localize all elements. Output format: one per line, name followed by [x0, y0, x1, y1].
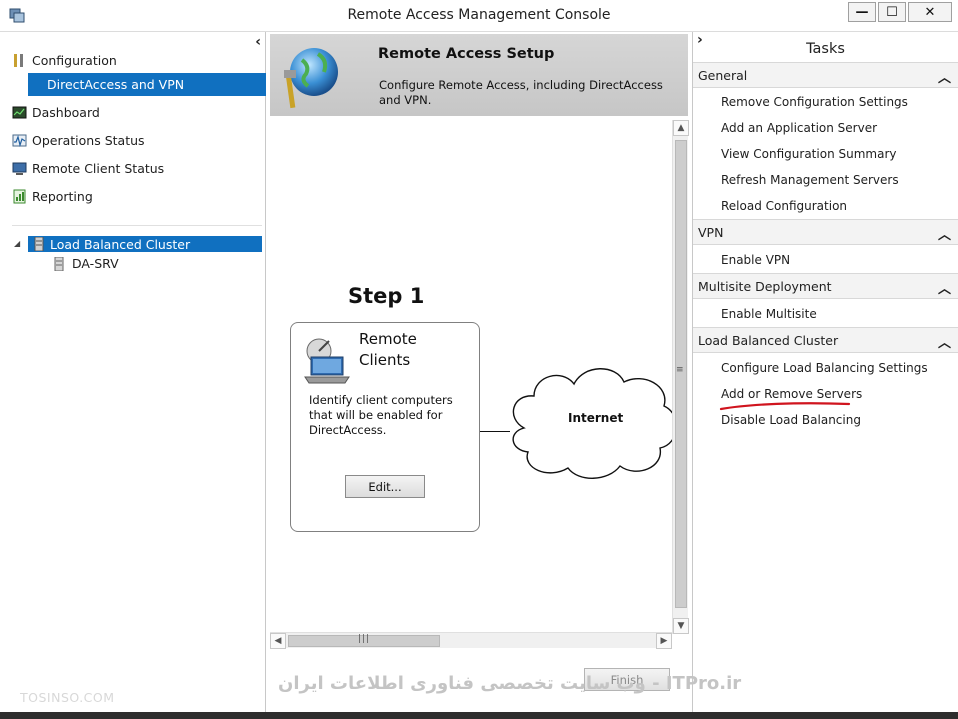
tree-load-balanced-cluster[interactable]: Load Balanced Cluster [28, 236, 262, 252]
scroll-down-arrow-icon[interactable]: ▼ [673, 618, 689, 634]
red-highlight-underline [719, 402, 851, 411]
section-vpn[interactable]: VPN ︿ [693, 219, 958, 245]
tree-server-da-srv[interactable]: DA-SRV [54, 256, 119, 271]
task-reload-configuration[interactable]: Reload Configuration [721, 199, 847, 213]
section-cluster-label: Load Balanced Cluster [698, 332, 839, 348]
server-icon [54, 256, 64, 271]
bottom-taskbar-strip [0, 712, 958, 719]
scroll-up-arrow-icon[interactable]: ▲ [673, 120, 689, 136]
vertical-grip-icon: ≡ [676, 365, 684, 375]
section-general[interactable]: General ︿ [693, 62, 958, 88]
section-general-label: General [698, 67, 748, 83]
nav-directaccess-vpn[interactable]: DirectAccess and VPN [28, 73, 266, 96]
nav-operations-status-label: Operations Status [32, 132, 145, 148]
edit-remote-clients-button[interactable]: Edit... [345, 475, 425, 498]
section-multisite-chevron-up-icon[interactable]: ︿ [938, 278, 951, 297]
setup-pane: Remote Access Setup Configure Remote Acc… [268, 32, 692, 712]
globe-tools-icon [284, 48, 338, 109]
remote-clients-description: Identify client computers that will be e… [309, 393, 453, 437]
tasks-title: Tasks [806, 41, 845, 57]
horizontal-grip-icon: ||| [358, 634, 371, 644]
nav-operations-status[interactable]: Operations Status [12, 130, 145, 150]
watermark-right: ITPro.ir - وب سایت تخصصی فناوری اطلاعات … [278, 673, 742, 694]
navigation-pane: ‹ Configuration DirectAccess and VPN Das… [0, 32, 266, 712]
internet-label: Internet [568, 411, 624, 425]
remote-clients-card: Remote Clients Identify client computers… [290, 322, 480, 532]
setup-diagram-canvas: Step 1 Remote Clients Identify client co… [270, 118, 672, 632]
nav-dashboard[interactable]: Dashboard [12, 102, 100, 122]
nav-configuration[interactable]: Configuration [12, 50, 117, 70]
step-title: Step 1 [348, 284, 425, 308]
tree-expand-toggle-icon[interactable]: ◢ [14, 239, 20, 248]
task-view-configuration-summary[interactable]: View Configuration Summary [721, 147, 896, 161]
task-remove-configuration-settings[interactable]: Remove Configuration Settings [721, 95, 908, 109]
section-load-balanced-cluster[interactable]: Load Balanced Cluster ︿ [693, 327, 958, 353]
horizontal-scrollbar[interactable]: ◀ ||| ▶ [270, 632, 672, 649]
remote-clients-title: Remote Clients [359, 330, 417, 369]
minimize-button[interactable]: — [848, 2, 876, 22]
setup-description: Configure Remote Access, including Direc… [379, 78, 663, 107]
section-cluster-chevron-up-icon[interactable]: ︿ [938, 332, 951, 351]
configuration-icon [14, 53, 23, 67]
scroll-right-arrow-icon[interactable]: ▶ [656, 633, 672, 649]
close-button[interactable]: ✕ [908, 2, 952, 22]
task-configure-load-balancing-settings[interactable]: Configure Load Balancing Settings [721, 361, 928, 375]
tree-server-label: DA-SRV [72, 256, 119, 271]
section-vpn-label: VPN [698, 224, 724, 240]
nav-remote-client-status-label: Remote Client Status [32, 160, 165, 176]
nav-reporting[interactable]: Reporting [12, 186, 93, 206]
section-general-chevron-up-icon[interactable]: ︿ [938, 67, 951, 86]
reporting-icon [13, 189, 26, 203]
task-refresh-management-servers[interactable]: Refresh Management Servers [721, 173, 899, 187]
section-vpn-chevron-up-icon[interactable]: ︿ [938, 224, 951, 243]
task-enable-vpn[interactable]: Enable VPN [721, 253, 790, 267]
dashboard-icon [12, 106, 27, 118]
section-multisite-deployment[interactable]: Multisite Deployment ︿ [693, 273, 958, 299]
task-add-or-remove-servers[interactable]: Add or Remove Servers [721, 387, 862, 401]
window-title: Remote Access Management Console [347, 7, 611, 23]
setup-banner: Remote Access Setup Configure Remote Acc… [270, 34, 688, 116]
operations-status-icon [12, 134, 27, 147]
nav-reporting-label: Reporting [32, 188, 93, 204]
title-bar: Remote Access Management Console — ☐ ✕ [0, 0, 958, 32]
nav-remote-client-status[interactable]: Remote Client Status [12, 158, 164, 178]
remote-clients-laptop-icon [304, 338, 350, 384]
setup-title: Remote Access Setup [378, 46, 555, 62]
nav-divider [12, 225, 262, 226]
scroll-left-arrow-icon[interactable]: ◀ [270, 633, 286, 649]
task-disable-load-balancing[interactable]: Disable Load Balancing [721, 413, 861, 427]
remote-client-status-icon [12, 162, 27, 175]
watermark-left: TOSINSO.COM [20, 690, 115, 705]
task-add-application-server[interactable]: Add an Application Server [721, 121, 877, 135]
task-enable-multisite[interactable]: Enable Multisite [721, 307, 817, 321]
vertical-scrollbar[interactable]: ▲ ≡ ▼ [672, 120, 689, 634]
maximize-button[interactable]: ☐ [878, 2, 906, 22]
nav-dashboard-label: Dashboard [32, 104, 100, 120]
tasks-pane: › Tasks General ︿ Remove Configuration S… [692, 32, 958, 712]
window-controls: — ☐ ✕ [848, 2, 952, 22]
tree-cluster-label: Load Balanced Cluster [50, 236, 191, 252]
cluster-server-icon [34, 237, 44, 251]
nav-configuration-label: Configuration [32, 52, 117, 68]
collapse-nav-chevron-icon[interactable]: ‹ [255, 34, 261, 50]
section-multisite-label: Multisite Deployment [698, 278, 832, 294]
